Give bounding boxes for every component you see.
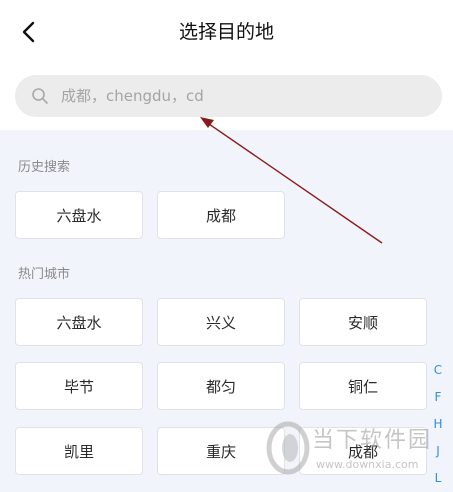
hot-city-chip[interactable]: 凯里 <box>15 427 143 475</box>
hot-city-chip[interactable]: 六盘水 <box>15 298 143 346</box>
alphabet-index-f[interactable]: F <box>430 390 446 404</box>
hot-city-chip[interactable]: 重庆 <box>157 427 285 475</box>
hot-city-chip[interactable]: 兴义 <box>157 298 285 346</box>
search-icon <box>32 88 48 104</box>
alphabet-index-l[interactable]: L <box>430 471 446 485</box>
hot-city-chip[interactable]: 铜仁 <box>299 362 427 410</box>
history-chip[interactable]: 成都 <box>157 191 285 239</box>
history-chip[interactable]: 六盘水 <box>15 191 143 239</box>
hot-city-chip[interactable]: 成都 <box>299 427 427 475</box>
page-title: 选择目的地 <box>178 21 274 43</box>
search-input[interactable] <box>59 86 403 106</box>
alphabet-index-h[interactable]: H <box>430 417 446 431</box>
hot-city-chip[interactable]: 都匀 <box>157 362 285 410</box>
history-label: 历史搜索 <box>18 160 71 175</box>
header-bar: 选择目的地 <box>0 0 453 130</box>
hot-cities-label: 热门城市 <box>18 267 71 282</box>
alphabet-index-c[interactable]: C <box>430 363 446 377</box>
search-bar[interactable] <box>15 75 442 117</box>
hot-city-chip[interactable]: 毕节 <box>15 362 143 410</box>
hot-city-chip[interactable]: 安顺 <box>299 298 427 346</box>
alphabet-index-j[interactable]: J <box>430 444 446 458</box>
